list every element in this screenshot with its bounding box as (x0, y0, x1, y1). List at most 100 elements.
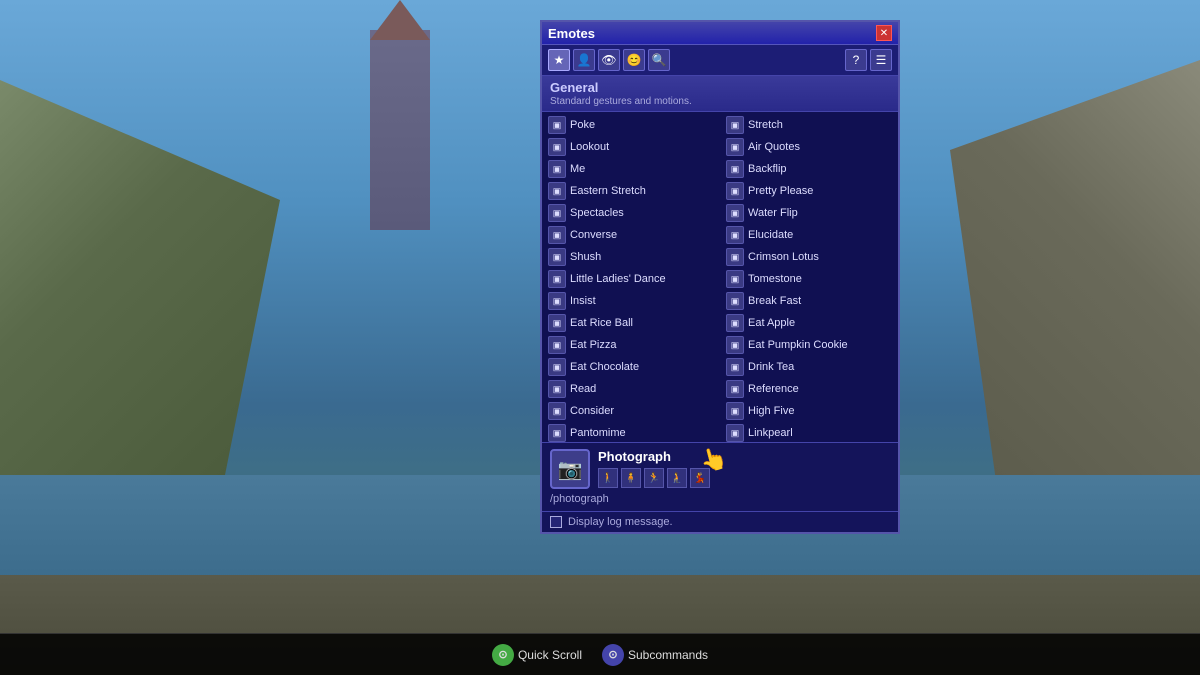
emote-icon: ▣ (548, 270, 566, 288)
emote-name: Eat Chocolate (570, 361, 639, 373)
emote-item[interactable]: ▣ Pretty Please (720, 180, 898, 202)
emote-item[interactable]: ▣High Five (720, 400, 898, 422)
emote-name: Backflip (748, 163, 787, 175)
emote-item[interactable]: ▣Me (542, 158, 720, 180)
detail-motion-icon1: 🚶 (598, 468, 618, 488)
detail-icons-row: 🚶 🧍 🏃 🧎 💃 (598, 468, 890, 488)
detail-icon-large: 📷 (550, 449, 590, 489)
emote-item[interactable]: ▣Water Flip (720, 202, 898, 224)
emote-item[interactable]: ▣Tomestone (720, 268, 898, 290)
emote-name: Converse (570, 229, 617, 241)
emote-item[interactable]: ▣ Spectacles (542, 202, 720, 224)
panel-footer: Display log message. (542, 511, 898, 532)
footer-checkbox[interactable] (550, 516, 562, 528)
emote-item[interactable]: ▣Read (542, 378, 720, 400)
emote-icon: ▣ (548, 402, 566, 420)
emote-item[interactable]: ▣ Eat Chocolate (542, 356, 720, 378)
emote-name: Air Quotes (748, 141, 800, 153)
toolbar-eye-icon[interactable]: 👁 (598, 49, 620, 71)
toolbar-search-icon[interactable]: 🔍 (648, 49, 670, 71)
emote-item[interactable]: ▣Shush (542, 246, 720, 268)
emote-icon: ▣ (726, 248, 744, 266)
emote-name: Lookout (570, 141, 609, 153)
panel-titlebar: Emotes ✕ (542, 22, 898, 45)
emote-icon: ▣ (726, 160, 744, 178)
emote-icon: ▣ (726, 182, 744, 200)
emote-icon: ▣ (548, 314, 566, 332)
emote-item[interactable]: ▣ Linkpearl (720, 422, 898, 442)
emote-item[interactable]: ▣ Little Ladies' Dance (542, 268, 720, 290)
emote-item[interactable]: ▣Poke (542, 114, 720, 136)
emote-icon: ▣ (726, 380, 744, 398)
quick-scroll-button[interactable]: ⊙ Quick Scroll (492, 644, 582, 666)
emote-name: Shush (570, 251, 601, 263)
detail-info: Photograph 🚶 🧍 🏃 🧎 💃 (598, 449, 890, 488)
section-title: General (550, 80, 890, 95)
panel-title: Emotes (548, 26, 595, 41)
toolbar-player-icon[interactable]: 👤 (573, 49, 595, 71)
castle-top (370, 0, 430, 40)
emote-icon: ▣ (726, 424, 744, 442)
emote-name: Eat Pumpkin Cookie (748, 339, 848, 351)
emote-icon: ▣ (548, 424, 566, 442)
emote-icon: ▣ (726, 226, 744, 244)
emote-item[interactable]: ▣ Crimson Lotus (720, 246, 898, 268)
toolbar-favorites-icon[interactable]: ★ (548, 49, 570, 71)
emote-icon: ▣ (726, 292, 744, 310)
emote-name: Drink Tea (748, 361, 794, 373)
emote-item[interactable]: ▣Eat Pumpkin Cookie (720, 334, 898, 356)
emote-item[interactable]: ▣ Eat Rice Ball (542, 312, 720, 334)
emote-item[interactable]: ▣Air Quotes (720, 136, 898, 158)
toolbar-icons: ★ 👤 👁 😊 🔍 (548, 49, 670, 71)
emote-name: Linkpearl (748, 427, 793, 439)
subcommands-label: Subcommands (628, 648, 708, 662)
subcommands-button[interactable]: ⊙ Subcommands (602, 644, 708, 666)
emote-name: Eat Rice Ball (570, 317, 633, 329)
emote-icon: ▣ (726, 116, 744, 134)
close-button[interactable]: ✕ (876, 25, 892, 41)
section-header: General Standard gestures and motions. (542, 76, 898, 112)
emote-icon: ▣ (548, 182, 566, 200)
detail-motion-icon2: 🧍 (621, 468, 641, 488)
toolbar-help-icon[interactable]: ? (845, 49, 867, 71)
emote-name: Insist (570, 295, 596, 307)
emote-icon: ▣ (548, 116, 566, 134)
emote-icon: ▣ (548, 358, 566, 376)
emote-item[interactable]: ▣ Elucidate (720, 224, 898, 246)
emote-name: Eat Pizza (570, 339, 616, 351)
emote-name: Little Ladies' Dance (570, 273, 666, 285)
emote-item[interactable]: ▣Eat Apple (720, 312, 898, 334)
emote-item[interactable]: ▣Stretch (720, 114, 898, 136)
emote-item[interactable]: ▣Eat Pizza (542, 334, 720, 356)
bottom-bar: ⊙ Quick Scroll ⊙ Subcommands (0, 633, 1200, 675)
detail-motion-icon4: 🧎 (667, 468, 687, 488)
toolbar-menu-icon[interactable]: ☰ (870, 49, 892, 71)
emote-item[interactable]: ▣Reference (720, 378, 898, 400)
emote-item[interactable]: ▣Eastern Stretch (542, 180, 720, 202)
footer-text: Display log message. (568, 516, 673, 528)
emote-icon: ▣ (548, 204, 566, 222)
emote-item[interactable]: ▣ Converse (542, 224, 720, 246)
emote-name: Read (570, 383, 596, 395)
emote-icon: ▣ (548, 226, 566, 244)
emote-item[interactable]: ▣Break Fast (720, 290, 898, 312)
emote-name: Elucidate (748, 229, 793, 241)
emote-icon: ▣ (548, 292, 566, 310)
emote-name: Me (570, 163, 585, 175)
emote-name: Spectacles (570, 207, 624, 219)
emote-name: Pretty Please (748, 185, 813, 197)
emote-item[interactable]: ▣Consider (542, 400, 720, 422)
emote-icon: ▣ (726, 204, 744, 222)
emote-item[interactable]: ▣ Lookout (542, 136, 720, 158)
toolbar-right: ? ☰ (845, 49, 892, 71)
emote-name: Crimson Lotus (748, 251, 819, 263)
detail-name: Photograph (598, 449, 890, 464)
emote-item[interactable]: ▣Pantomime (542, 422, 720, 442)
emote-name: Tomestone (748, 273, 802, 285)
emote-item[interactable]: ▣Drink Tea (720, 356, 898, 378)
emote-icon: ▣ (548, 138, 566, 156)
subcommands-icon: ⊙ (602, 644, 624, 666)
emote-item[interactable]: ▣ Backflip (720, 158, 898, 180)
toolbar-emote-icon[interactable]: 😊 (623, 49, 645, 71)
emote-item[interactable]: ▣ Insist (542, 290, 720, 312)
